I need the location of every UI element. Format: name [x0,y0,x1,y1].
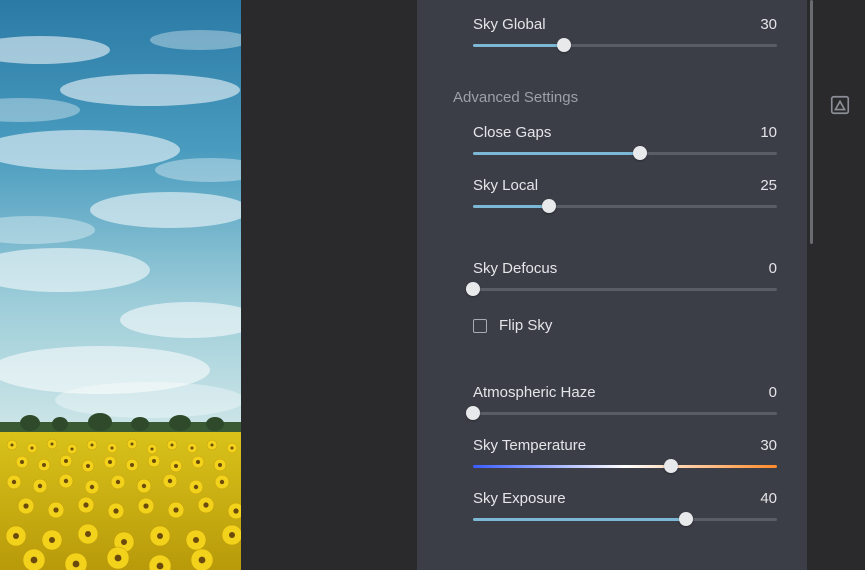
slider-track[interactable] [473,145,777,161]
slider-value: 10 [760,124,777,141]
slider-sky-defocus[interactable]: Sky Defocus 0 [417,252,807,305]
slider-close-gaps[interactable]: Close Gaps 10 [417,116,807,169]
panel-scrollbar[interactable] [810,0,813,244]
slider-value: 0 [769,260,777,277]
slider-label: Sky Exposure [473,490,566,507]
slider-label: Atmospheric Haze [473,384,596,401]
slider-label: Close Gaps [473,124,551,141]
slider-label: Sky Global [473,16,546,33]
slider-value: 0 [769,384,777,401]
flip-sky-checkbox[interactable]: Flip Sky [417,305,807,346]
checkbox-label: Flip Sky [499,317,552,334]
slider-label: Sky Temperature [473,437,586,454]
slider-value: 25 [760,177,777,194]
canvas-background [241,0,417,570]
right-toolbar [807,0,865,570]
slider-track[interactable] [473,511,777,527]
slider-value: 30 [760,16,777,33]
advanced-settings-header: Advanced Settings [417,75,807,116]
slider-track[interactable] [473,458,777,474]
slider-sky-exposure[interactable]: Sky Exposure 40 [417,482,807,535]
slider-sky-temperature[interactable]: Sky Temperature 30 [417,429,807,482]
slider-atmospheric-haze[interactable]: Atmospheric Haze 0 [417,376,807,429]
slider-sky-global[interactable]: Sky Global 30 [417,0,807,61]
slider-track[interactable] [473,281,777,297]
slider-track[interactable] [473,198,777,214]
slider-track[interactable] [473,405,777,421]
slider-label: Sky Defocus [473,260,557,277]
image-preview [0,0,241,570]
slider-label: Sky Local [473,177,538,194]
checkbox-box[interactable] [473,319,487,333]
slider-value: 40 [760,490,777,507]
slider-value: 30 [760,437,777,454]
settings-panel: Sky Global 30 Advanced Settings Close Ga… [417,0,807,570]
slider-sky-local[interactable]: Sky Local 25 [417,169,807,222]
slider-track[interactable] [473,37,777,53]
histogram-tool-icon[interactable] [827,92,853,118]
